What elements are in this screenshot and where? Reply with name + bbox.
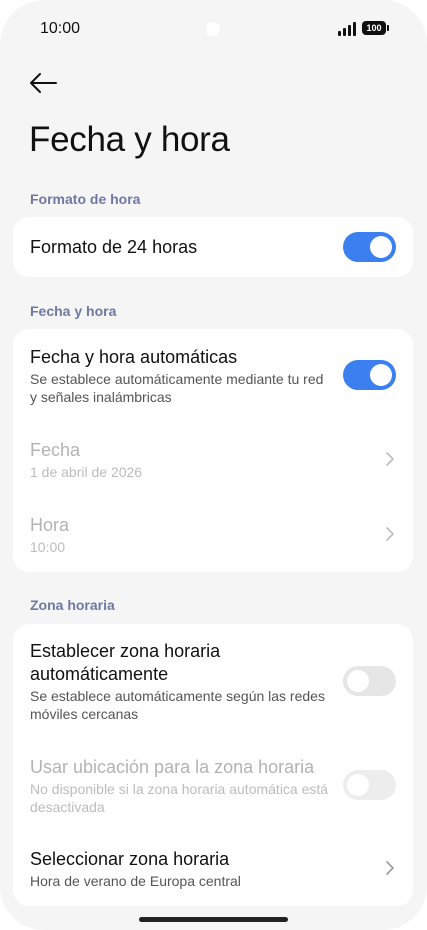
row-use-location-subtitle: No disponible si la zona horaria automát… [30, 781, 329, 815]
chevron-right-icon [385, 860, 395, 876]
battery-icon: 100 [362, 21, 389, 35]
card-date-time: Fecha y hora automáticas Se establece au… [13, 329, 413, 572]
toggle-24h-format[interactable] [343, 232, 396, 262]
chevron-right-icon [385, 451, 395, 467]
row-auto-time-zone-title: Establecer zona horaria automáticamente [30, 641, 221, 684]
home-indicator[interactable] [139, 917, 288, 922]
toggle-auto-time-zone[interactable] [343, 666, 396, 696]
card-time-zone: Establecer zona horaria automáticamente … [13, 624, 413, 906]
chevron-right-icon [385, 526, 395, 542]
row-auto-time-zone[interactable]: Establecer zona horaria automáticamente … [30, 640, 333, 723]
row-date-value: 1 de abril de 2026 [30, 464, 143, 480]
toggle-use-location [343, 770, 396, 800]
phone-screen: 10:00 100 Fecha y hora Formato de hora F… [0, 0, 427, 930]
row-auto-time-zone-subtitle: Se establece automáticamente según las r… [30, 688, 325, 722]
row-24h-format[interactable]: Formato de 24 horas [30, 236, 396, 259]
toggle-auto-date-time[interactable] [343, 360, 396, 390]
row-select-time-zone-value: Hora de verano de Europa central [30, 873, 241, 889]
row-auto-date-time-subtitle: Se establece automáticamente mediante tu… [30, 371, 324, 405]
page-title: Fecha y hora [29, 120, 230, 159]
row-use-location-title: Usar ubicación para la zona horaria [30, 757, 315, 777]
row-auto-date-time-title: Fecha y hora automáticas [30, 347, 238, 367]
section-label-time-zone: Zona horaria [30, 597, 115, 613]
signal-icon [338, 22, 356, 36]
row-date[interactable]: Fecha 1 de abril de 2026 [30, 439, 396, 481]
row-select-time-zone[interactable]: Seleccionar zona horaria Hora de verano … [30, 848, 396, 890]
row-date-title: Fecha [30, 440, 81, 460]
row-use-location: Usar ubicación para la zona horaria No d… [30, 756, 333, 816]
camera-cutout [206, 22, 220, 36]
status-time: 10:00 [40, 20, 81, 37]
row-time-title: Hora [30, 515, 70, 535]
row-24h-title: Formato de 24 horas [30, 237, 198, 257]
row-time[interactable]: Hora 10:00 [30, 514, 396, 556]
row-time-value: 10:00 [30, 539, 66, 555]
row-auto-date-time[interactable]: Fecha y hora automáticas Se establece au… [30, 346, 333, 406]
row-select-time-zone-title: Seleccionar zona horaria [30, 849, 230, 869]
back-arrow-icon[interactable] [28, 70, 58, 96]
section-label-date-time: Fecha y hora [30, 303, 117, 319]
status-bar: 10:00 100 [0, 0, 427, 58]
card-time-format: Formato de 24 horas [13, 217, 413, 277]
section-label-time-format: Formato de hora [30, 191, 141, 207]
